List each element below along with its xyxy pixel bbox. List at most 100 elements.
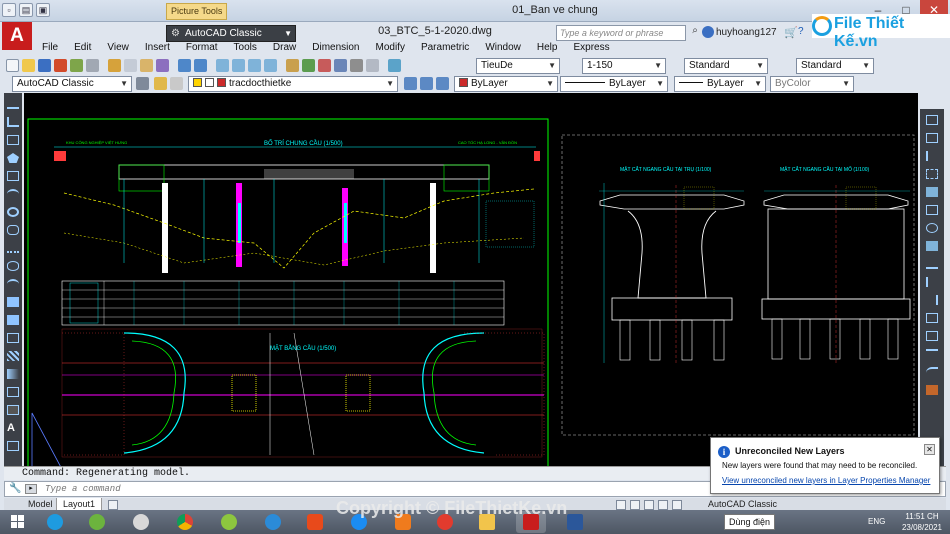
revision-cloud-icon[interactable] bbox=[7, 225, 19, 235]
menu-help[interactable]: Help bbox=[529, 41, 566, 55]
open-icon[interactable]: ▤ bbox=[19, 3, 33, 17]
ellipse-icon[interactable] bbox=[7, 261, 19, 271]
layer-properties-icon[interactable] bbox=[154, 77, 167, 90]
help-toolbar-icon[interactable] bbox=[388, 59, 401, 72]
polyline-icon[interactable] bbox=[7, 135, 19, 145]
ellipse-arc-icon[interactable] bbox=[7, 279, 19, 289]
annotation-scale-icon[interactable] bbox=[616, 500, 626, 510]
arc-icon[interactable] bbox=[7, 189, 19, 199]
internet-explorer-app[interactable] bbox=[40, 511, 70, 533]
layer-previous-icon[interactable] bbox=[420, 77, 433, 90]
add-selected-icon[interactable] bbox=[7, 441, 19, 451]
redo-icon[interactable] bbox=[194, 59, 207, 72]
open-folder-icon[interactable] bbox=[22, 59, 35, 72]
insert-block-icon[interactable] bbox=[7, 297, 19, 307]
menu-draw[interactable]: Draw bbox=[265, 41, 304, 55]
menu-insert[interactable]: Insert bbox=[137, 41, 178, 55]
menu-format[interactable]: Format bbox=[178, 41, 226, 55]
region-icon[interactable] bbox=[7, 387, 19, 397]
menu-tools[interactable]: Tools bbox=[226, 41, 265, 55]
chamfer-icon[interactable] bbox=[926, 349, 938, 359]
picture-tools-tab[interactable]: Picture Tools bbox=[166, 3, 228, 20]
utorrent-app[interactable] bbox=[82, 511, 112, 533]
fillet-icon[interactable] bbox=[926, 367, 938, 377]
menu-view[interactable]: View bbox=[99, 41, 137, 55]
menu-express[interactable]: Express bbox=[565, 41, 617, 55]
preview-icon[interactable] bbox=[70, 59, 83, 72]
line-tool-icon[interactable] bbox=[7, 99, 19, 109]
table-icon[interactable] bbox=[7, 405, 19, 415]
paste-icon[interactable] bbox=[140, 59, 153, 72]
undo-icon[interactable] bbox=[178, 59, 191, 72]
construction-line-icon[interactable] bbox=[7, 117, 19, 127]
break-icon[interactable] bbox=[926, 313, 938, 323]
language-indicator[interactable]: ENG bbox=[868, 517, 885, 526]
user-name[interactable]: huyhoang127 bbox=[716, 27, 777, 38]
zoom-previous-icon[interactable] bbox=[264, 59, 277, 72]
close-icon[interactable]: ✕ bbox=[924, 444, 935, 455]
search-icon[interactable]: ⌕ bbox=[688, 25, 702, 41]
command-input[interactable] bbox=[45, 482, 645, 496]
pan-icon[interactable] bbox=[216, 59, 229, 72]
sheet-set-icon[interactable] bbox=[334, 59, 347, 72]
linetype-dropdown[interactable]: ByLayer ▼ bbox=[560, 76, 668, 92]
rotate-icon[interactable] bbox=[926, 223, 938, 233]
wrench-icon[interactable]: 🔧 bbox=[9, 483, 21, 494]
start-button[interactable] bbox=[0, 510, 36, 534]
zoom-realtime-icon[interactable] bbox=[232, 59, 245, 72]
menu-dimension[interactable]: Dimension bbox=[304, 41, 367, 55]
copy-icon[interactable] bbox=[124, 59, 137, 72]
array-icon[interactable] bbox=[926, 187, 938, 197]
pdf-reader-app[interactable] bbox=[258, 511, 288, 533]
layer-manager-link[interactable]: View unreconciled new layers in Layer Pr… bbox=[722, 476, 930, 485]
rectangle-icon[interactable] bbox=[7, 171, 19, 181]
gradient-icon[interactable] bbox=[7, 369, 19, 379]
dim-style-dropdown[interactable]: Standard ▼ bbox=[684, 58, 768, 74]
properties-icon[interactable] bbox=[286, 59, 299, 72]
dim-scale-dropdown[interactable]: 1-150 ▼ bbox=[582, 58, 666, 74]
cart-icon[interactable]: 🛒 bbox=[784, 26, 798, 39]
gear-icon[interactable] bbox=[658, 500, 668, 510]
layer-dropdown[interactable]: tracdocthietke ▼ bbox=[188, 76, 398, 92]
markup-icon[interactable] bbox=[350, 59, 363, 72]
extend-icon[interactable] bbox=[926, 295, 938, 305]
trim-icon[interactable] bbox=[926, 277, 938, 287]
join-icon[interactable] bbox=[926, 331, 938, 341]
hatch-icon[interactable] bbox=[7, 351, 19, 361]
design-center-icon[interactable] bbox=[302, 59, 315, 72]
save-disk-icon[interactable] bbox=[38, 59, 51, 72]
command-prompt-icon[interactable]: ▸ bbox=[25, 484, 37, 494]
drawing-canvas[interactable]: BỐ TRÍ CHUNG CẦU (1/500) KHU CÔNG NGHIỆP… bbox=[24, 93, 918, 479]
menu-window[interactable]: Window bbox=[477, 41, 529, 55]
color-dropdown[interactable]: ByLayer ▼ bbox=[454, 76, 558, 92]
menu-file[interactable]: File bbox=[34, 41, 66, 55]
zoom-window-icon[interactable] bbox=[248, 59, 261, 72]
make-block-icon[interactable] bbox=[7, 315, 19, 325]
new-drawing-icon[interactable] bbox=[6, 59, 19, 72]
publish-icon[interactable] bbox=[86, 59, 99, 72]
circle-icon[interactable] bbox=[7, 207, 19, 217]
offset-icon[interactable] bbox=[926, 169, 938, 179]
polygon-icon[interactable] bbox=[7, 153, 19, 163]
user-icon[interactable] bbox=[702, 26, 714, 38]
media-app[interactable] bbox=[126, 511, 156, 533]
lineweight-dropdown[interactable]: ByLayer ▼ bbox=[674, 76, 766, 92]
erase-icon[interactable] bbox=[926, 115, 938, 125]
autoscale-icon[interactable] bbox=[644, 500, 654, 510]
new-layout-icon[interactable] bbox=[108, 500, 118, 510]
cut-icon[interactable] bbox=[108, 59, 121, 72]
new-icon[interactable]: ▫ bbox=[2, 3, 16, 17]
menu-edit[interactable]: Edit bbox=[66, 41, 99, 55]
copy-object-icon[interactable] bbox=[926, 133, 938, 143]
point-icon[interactable] bbox=[7, 333, 19, 343]
workspace-dropdown[interactable]: AutoCAD Classic ▼ bbox=[166, 25, 296, 42]
autocad-logo-icon[interactable]: A bbox=[2, 22, 32, 50]
annotation-visibility-icon[interactable] bbox=[630, 500, 640, 510]
mirror-icon[interactable] bbox=[926, 151, 938, 161]
lock-icon[interactable] bbox=[672, 500, 682, 510]
tool-palettes-icon[interactable] bbox=[318, 59, 331, 72]
calculator-icon[interactable] bbox=[366, 59, 379, 72]
match-properties-icon[interactable] bbox=[156, 59, 169, 72]
workspace-settings-icon[interactable] bbox=[136, 77, 149, 90]
layer-state-icon[interactable] bbox=[170, 77, 183, 90]
